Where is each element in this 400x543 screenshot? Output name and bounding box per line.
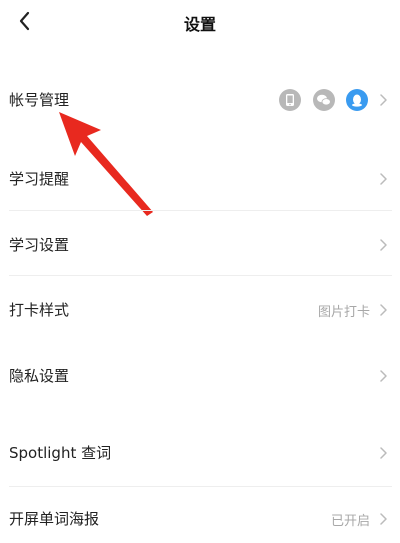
settings-row-checkin-style[interactable]: 打卡样式 图片打卡 — [0, 288, 400, 332]
settings-row-study-settings[interactable]: 学习设置 — [0, 222, 400, 266]
page-title: 设置 — [183, 15, 216, 34]
settings-row-privacy[interactable]: 隐私设置 — [0, 354, 400, 398]
row-label: 开屏单词海报 — [9, 510, 100, 528]
header: 设置 — [0, 0, 400, 44]
chevron-right-icon — [378, 446, 388, 460]
row-label: 学习提醒 — [9, 170, 70, 188]
settings-row-splash-poster[interactable]: 开屏单词海报 已开启 — [0, 496, 400, 540]
chevron-right-icon — [378, 512, 388, 526]
chevron-right-icon — [378, 303, 388, 317]
divider — [9, 210, 392, 211]
wechat-icon — [313, 89, 335, 111]
row-label: 打卡样式 — [9, 301, 70, 319]
settings-row-study-reminder[interactable]: 学习提醒 — [0, 156, 400, 200]
qq-icon — [346, 89, 368, 111]
row-label: Spotlight 查词 — [9, 444, 112, 462]
chevron-right-icon — [378, 238, 388, 252]
divider — [9, 486, 392, 487]
row-value: 图片打卡 — [317, 305, 370, 320]
chevron-right-icon — [378, 369, 388, 383]
settings-row-spotlight-lookup[interactable]: Spotlight 查词 — [0, 430, 400, 474]
row-label: 帐号管理 — [9, 91, 70, 109]
row-label: 隐私设置 — [9, 367, 70, 385]
chevron-right-icon — [378, 93, 388, 107]
phone-icon — [279, 89, 301, 111]
settings-row-account[interactable]: 帐号管理 — [0, 78, 400, 122]
chevron-right-icon — [378, 172, 388, 186]
row-label: 学习设置 — [9, 236, 70, 254]
divider — [9, 275, 392, 276]
row-value: 已开启 — [330, 514, 370, 529]
